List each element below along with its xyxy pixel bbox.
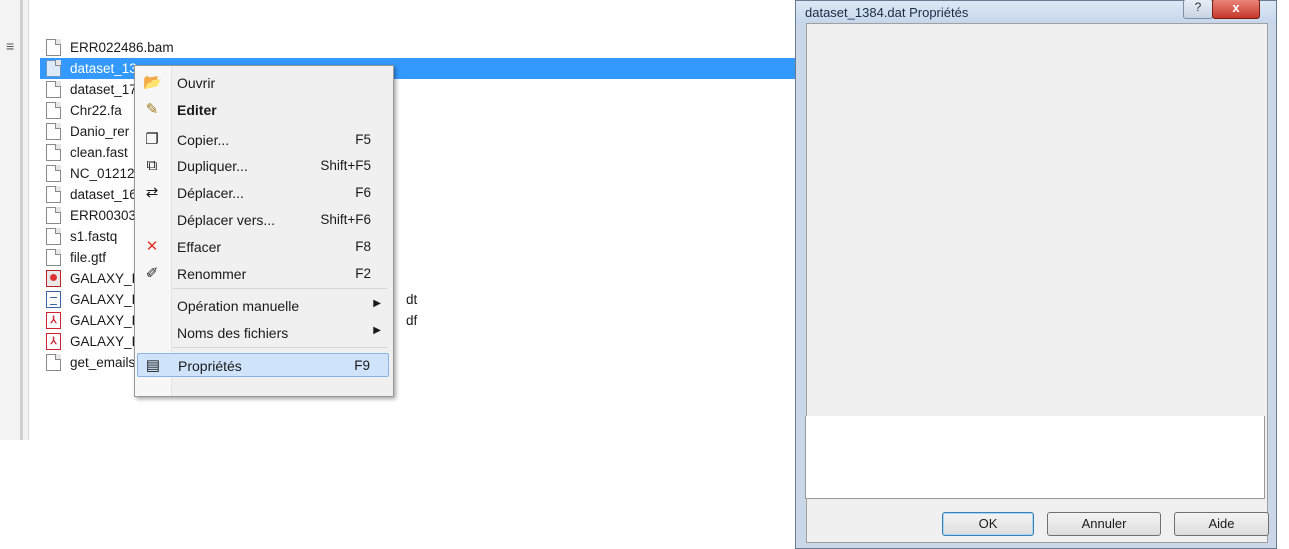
menu-item-label: Dupliquer... — [177, 158, 248, 174]
help-button[interactable]: Aide — [1174, 512, 1269, 536]
file-name: dataset_16 — [70, 187, 137, 202]
move-icon: ⇄ — [145, 184, 159, 201]
menu-separator — [173, 288, 387, 289]
file-name: dataset_13 — [70, 61, 137, 76]
document-icon — [46, 249, 61, 266]
left-scroll-gutter — [0, 0, 29, 440]
document-icon — [46, 354, 61, 371]
menu-item-noms-des-fichiers[interactable]: Noms des fichiers ▶ — [137, 321, 389, 345]
dialog-titlebar[interactable]: dataset_1384.dat Propriétés ? x — [796, 0, 1276, 23]
file-name: GALAXY_I — [70, 271, 136, 286]
grip-icon[interactable]: ≡ — [6, 38, 14, 54]
shortcut-key: F9 — [354, 358, 370, 373]
dialog-title: dataset_1384.dat Propriétés — [805, 5, 969, 20]
shortcut-key: F5 — [355, 132, 371, 147]
ok-button[interactable]: OK — [942, 512, 1034, 536]
edit-icon: ✎ — [145, 101, 159, 118]
menu-item-copier[interactable]: ❐ Copier... F5 — [137, 128, 389, 152]
document-icon — [46, 228, 61, 245]
shortcut-key: Shift+F6 — [320, 212, 371, 227]
menu-item-operation-manuelle[interactable]: Opération manuelle ▶ — [137, 294, 389, 318]
shortcut-key: Shift+F5 — [320, 158, 371, 173]
menu-item-label: Renommer — [177, 266, 247, 282]
file-name: NC_01212 — [70, 166, 135, 181]
image-icon — [46, 270, 61, 287]
menu-item-effacer[interactable]: ✕ Effacer F8 — [137, 235, 389, 259]
menu-item-label: Déplacer vers... — [177, 212, 276, 228]
submenu-arrow-icon: ▶ — [373, 298, 381, 309]
document-icon — [46, 123, 61, 140]
document-icon — [46, 165, 61, 182]
copy-icon: ❐ — [145, 131, 159, 148]
menu-item-renommer[interactable]: ✐ Renommer F2 — [137, 262, 389, 286]
vertical-scrollbar[interactable] — [20, 0, 23, 440]
document-icon — [46, 186, 61, 203]
file-name: GALAXY_I — [70, 292, 136, 307]
document-icon — [46, 207, 61, 224]
text-document-icon — [46, 291, 61, 308]
menu-item-label: Propriétés — [178, 358, 242, 374]
file-name-suffix: dt — [406, 292, 418, 307]
file-name: file.gtf — [70, 250, 107, 265]
menu-item-dupliquer[interactable]: ⧉ Dupliquer... Shift+F5 — [137, 154, 389, 178]
menu-item-label: Noms des fichiers — [177, 325, 289, 341]
menu-item-proprietes[interactable]: ▤ Propriétés F9 — [137, 353, 389, 377]
shortcut-key: F8 — [355, 239, 371, 254]
cancel-button[interactable]: Annuler — [1047, 512, 1161, 536]
menu-item-label: Déplacer... — [177, 185, 244, 201]
menu-item-deplacer-vers[interactable]: Déplacer vers... Shift+F6 — [137, 208, 389, 232]
menu-item-label: Ouvrir — [177, 75, 216, 91]
submenu-arrow-icon: ▶ — [373, 325, 381, 336]
shortcut-key: F2 — [355, 266, 371, 281]
pdf-icon: ⅄ — [46, 333, 61, 350]
menu-item-deplacer[interactable]: ⇄ Déplacer... F6 — [137, 181, 389, 205]
dialog-content-area — [805, 416, 1265, 499]
pdf-icon: ⅄ — [46, 312, 61, 329]
file-name: Danio_rer — [70, 124, 130, 139]
delete-icon: ✕ — [145, 238, 159, 255]
open-folder-icon: 📂 — [143, 74, 162, 91]
menu-item-label: Editer — [177, 102, 217, 118]
file-name-suffix: df — [406, 313, 418, 328]
properties-dialog: dataset_1384.dat Propriétés ? x — [795, 0, 1277, 549]
menu-item-ouvrir[interactable]: 📂 Ouvrir — [137, 71, 389, 95]
file-name: GALAXY_I — [70, 313, 136, 328]
file-name: ERR00303 — [70, 208, 137, 223]
file-name: ERR022486.bam — [70, 40, 174, 55]
close-icon[interactable]: x — [1212, 0, 1260, 19]
file-name: dataset_17 — [70, 82, 137, 97]
file-name: clean.fast — [70, 145, 128, 160]
context-menu: 📂 Ouvrir ✎ Editer ❐ Copier... F5 ⧉ Dupliquer... S… — [134, 65, 394, 397]
file-name: Chr22.fa — [70, 103, 122, 118]
rename-icon: ✐ — [145, 265, 159, 282]
properties-icon: ▤ — [145, 357, 161, 374]
document-icon — [46, 39, 61, 56]
document-icon — [46, 81, 61, 98]
document-icon — [46, 60, 61, 77]
file-name: s1.fastq — [70, 229, 118, 244]
menu-item-label: Copier... — [177, 132, 230, 148]
help-question-icon[interactable]: ? — [1183, 0, 1213, 19]
shortcut-key: F6 — [355, 185, 371, 200]
document-icon — [46, 144, 61, 161]
menu-item-label: Effacer — [177, 239, 222, 255]
menu-item-label: Opération manuelle — [177, 298, 300, 314]
menu-separator — [173, 347, 387, 348]
duplicate-icon: ⧉ — [146, 157, 158, 174]
document-icon — [46, 102, 61, 119]
menu-item-editer[interactable]: ✎ Editer — [137, 98, 389, 122]
